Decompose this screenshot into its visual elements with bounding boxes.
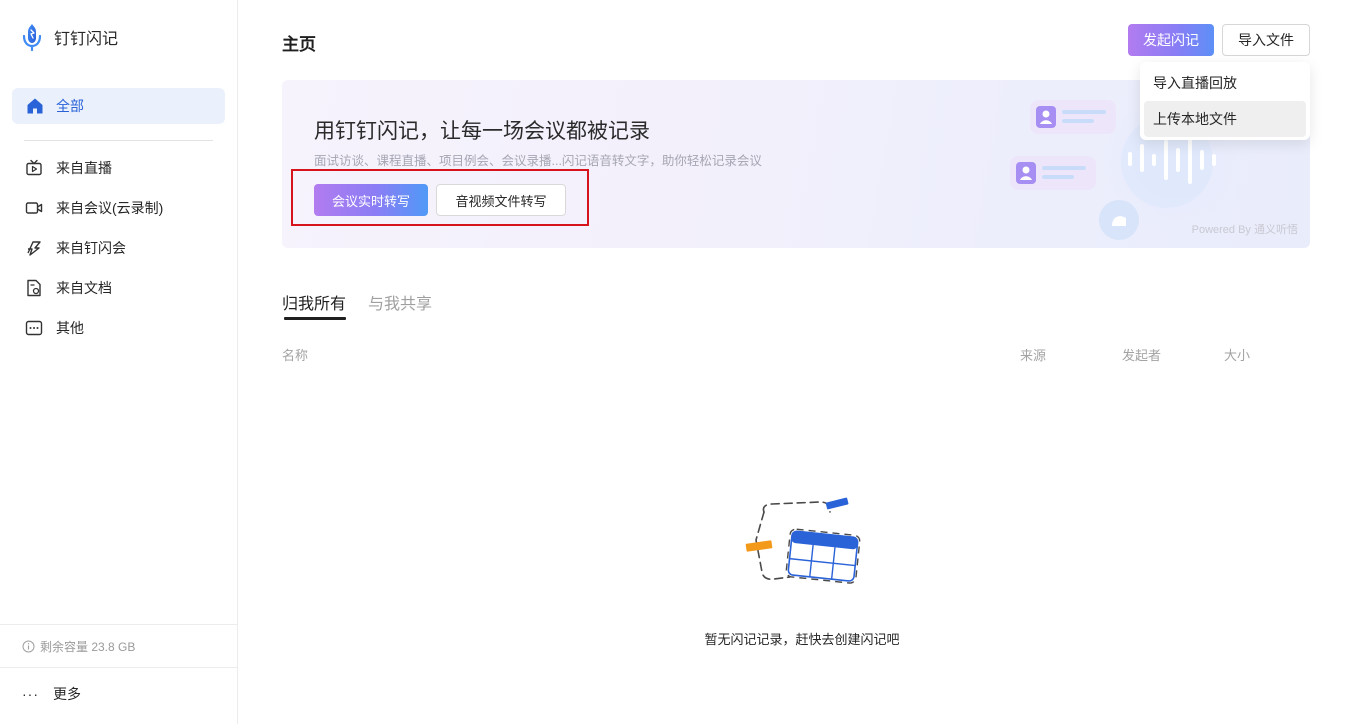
- tab-shared[interactable]: 与我共享: [368, 290, 432, 320]
- sidebar-item-label: 来自文档: [56, 280, 112, 296]
- sidebar-nav: 来自直播 来自会议(云录制) 来自钉闪会 来自文档 其他: [12, 148, 225, 348]
- home-icon: [27, 98, 43, 114]
- app-logo[interactable]: 钉钉闪记: [20, 22, 118, 52]
- lightning-icon: [27, 241, 41, 256]
- tv-icon: [26, 159, 42, 176]
- video-camera-icon: [25, 202, 43, 214]
- sidebar-item-all[interactable]: 全部: [12, 88, 225, 124]
- document-icon: [27, 279, 41, 297]
- column-header-initiator: 发起者: [1122, 348, 1162, 363]
- banner-title: 用钉钉闪记，让每一场会议都被记录: [314, 120, 650, 143]
- banner-subtitle: 面试访谈、课程直播、项目例会、会议录播...闪记语音转文字，助你轻松记录会议: [314, 154, 762, 168]
- more-button[interactable]: ··· 更多: [22, 684, 81, 704]
- sidebar-item-other[interactable]: 其他: [12, 308, 225, 348]
- tab-mine[interactable]: 归我所有: [282, 290, 347, 320]
- sidebar-item-label: 来自会议(云录制): [56, 200, 164, 216]
- sidebar-item-meeting[interactable]: 来自会议(云录制): [12, 188, 225, 228]
- column-header-name: 名称: [282, 348, 309, 363]
- more-label: 更多: [53, 686, 81, 702]
- sidebar-item-label: 来自钉闪会: [56, 240, 126, 256]
- start-flash-note-button[interactable]: 发起闪记: [1128, 24, 1214, 56]
- page-title: 主页: [282, 35, 316, 54]
- sidebar-item-live[interactable]: 来自直播: [12, 148, 225, 188]
- import-dropdown-menu: 导入直播回放 上传本地文件: [1140, 62, 1310, 140]
- app-name: 钉钉闪记: [54, 31, 119, 48]
- empty-state-text: 暂无闪记记录，赶快去创建闪记吧: [704, 632, 900, 647]
- powered-by-label: Powered By 通义听悟: [1191, 224, 1298, 236]
- column-header-size: 大小: [1224, 348, 1251, 363]
- highlight-box: [291, 169, 589, 226]
- dingtalk-flash-logo-icon: [22, 24, 42, 52]
- menu-item-upload-local-file[interactable]: 上传本地文件: [1144, 101, 1306, 137]
- sidebar-item-flash-meeting[interactable]: 来自钉闪会: [12, 228, 225, 268]
- sidebar: 钉钉闪记 全部 来自直播 来自会议(云录制) 来自钉闪会 来自文档 其他 剩余容…: [0, 0, 238, 724]
- sidebar-item-label: 来自直播: [56, 160, 112, 176]
- import-file-button[interactable]: 导入文件: [1222, 24, 1310, 56]
- more-box-icon: [25, 320, 43, 336]
- menu-item-import-live-replay[interactable]: 导入直播回放: [1144, 65, 1306, 101]
- sidebar-item-docs[interactable]: 来自文档: [12, 268, 225, 308]
- sidebar-item-label: 其他: [56, 320, 84, 336]
- sidebar-item-label: 全部: [56, 98, 84, 114]
- tab-bar: 归我所有 与我共享: [282, 290, 454, 320]
- empty-state-illustration: [745, 497, 861, 584]
- ellipsis-icon: ···: [22, 686, 39, 702]
- sidebar-divider: [24, 140, 213, 141]
- column-header-source: 来源: [1020, 348, 1047, 363]
